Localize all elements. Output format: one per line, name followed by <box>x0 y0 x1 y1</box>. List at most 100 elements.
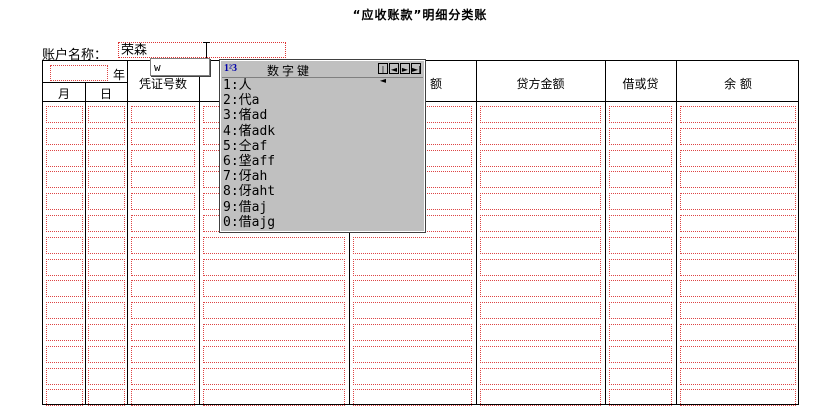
ledger-cell-input[interactable] <box>131 106 195 123</box>
ledger-cell-input[interactable] <box>131 345 195 363</box>
ledger-cell-input[interactable] <box>609 127 672 145</box>
ledger-cell-input[interactable] <box>480 171 601 189</box>
account-name-input[interactable]: 荣森 <box>118 42 286 58</box>
ledger-cell-input[interactable] <box>131 127 195 145</box>
ledger-cell-input[interactable] <box>609 302 672 320</box>
ledger-cell-input[interactable] <box>480 324 601 341</box>
ledger-cell-input[interactable] <box>203 280 345 298</box>
ledger-cell-input[interactable] <box>203 324 345 341</box>
ledger-cell-input[interactable] <box>203 236 345 254</box>
ledger-cell-input[interactable] <box>353 324 472 341</box>
ledger-cell-input[interactable] <box>46 149 83 167</box>
ledger-cell-input[interactable] <box>131 171 195 189</box>
ledger-cell-input[interactable] <box>480 215 601 232</box>
ledger-cell-input[interactable] <box>680 345 796 363</box>
ledger-cell-input[interactable] <box>480 193 601 211</box>
ledger-cell-input[interactable] <box>88 236 125 254</box>
ledger-cell-input[interactable] <box>680 193 796 211</box>
ledger-cell-input[interactable] <box>680 324 796 341</box>
ime-candidate[interactable]: 7:伢ah <box>223 169 422 184</box>
ledger-cell-input[interactable] <box>203 367 345 385</box>
ledger-cell-input[interactable] <box>88 367 125 385</box>
ledger-cell-input[interactable] <box>46 215 83 232</box>
ledger-cell-input[interactable] <box>480 389 601 406</box>
ledger-cell-input[interactable] <box>680 236 796 254</box>
ledger-cell-input[interactable] <box>609 236 672 254</box>
ime-candidate[interactable]: 1:人 <box>223 78 422 93</box>
ledger-cell-input[interactable] <box>88 389 125 406</box>
ledger-cell-input[interactable] <box>609 258 672 276</box>
ledger-cell-input[interactable] <box>680 302 796 320</box>
ledger-cell-input[interactable] <box>46 389 83 406</box>
ledger-cell-input[interactable] <box>680 367 796 385</box>
ledger-cell-input[interactable] <box>609 280 672 298</box>
ledger-cell-input[interactable] <box>88 193 125 211</box>
ledger-cell-input[interactable] <box>480 236 601 254</box>
ime-candidate[interactable]: 6:垡aff <box>223 154 422 169</box>
ledger-cell-input[interactable] <box>88 302 125 320</box>
ledger-cell-input[interactable] <box>131 215 195 232</box>
ledger-cell-input[interactable] <box>353 236 472 254</box>
ledger-cell-input[interactable] <box>46 127 83 145</box>
ledger-cell-input[interactable] <box>609 367 672 385</box>
ledger-cell-input[interactable] <box>46 236 83 254</box>
ledger-cell-input[interactable] <box>46 258 83 276</box>
ledger-cell-input[interactable] <box>609 193 672 211</box>
ledger-cell-input[interactable] <box>131 193 195 211</box>
ime-candidate[interactable]: 5:仝af <box>223 139 422 154</box>
ledger-cell-input[interactable] <box>480 367 601 385</box>
ledger-cell-input[interactable] <box>46 171 83 189</box>
ledger-cell-input[interactable] <box>680 280 796 298</box>
ledger-cell-input[interactable] <box>609 345 672 363</box>
ledger-cell-input[interactable] <box>609 389 672 406</box>
ledger-cell-input[interactable] <box>131 236 195 254</box>
ledger-cell-input[interactable] <box>609 149 672 167</box>
ledger-cell-input[interactable] <box>680 215 796 232</box>
ledger-cell-input[interactable] <box>480 127 601 145</box>
ledger-cell-input[interactable] <box>88 215 125 232</box>
ledger-cell-input[interactable] <box>480 302 601 320</box>
ledger-cell-input[interactable] <box>353 345 472 363</box>
ime-last-page-button[interactable]: ►| <box>411 63 421 74</box>
ledger-cell-input[interactable] <box>46 106 83 123</box>
ledger-cell-input[interactable] <box>480 149 601 167</box>
ime-candidate[interactable]: 0:借ajg <box>223 215 422 230</box>
ledger-cell-input[interactable] <box>203 302 345 320</box>
ledger-cell-input[interactable] <box>46 280 83 298</box>
ledger-cell-input[interactable] <box>88 345 125 363</box>
ledger-cell-input[interactable] <box>88 324 125 341</box>
ime-candidate[interactable]: 4:偖adk <box>223 124 422 139</box>
ledger-cell-input[interactable] <box>131 367 195 385</box>
ledger-cell-input[interactable] <box>131 280 195 298</box>
ledger-cell-input[interactable] <box>203 345 345 363</box>
ime-candidate[interactable]: 3:偖ad <box>223 108 422 123</box>
ledger-cell-input[interactable] <box>131 324 195 341</box>
ledger-cell-input[interactable] <box>46 324 83 341</box>
ledger-cell-input[interactable] <box>680 389 796 406</box>
ledger-cell-input[interactable] <box>480 280 601 298</box>
ledger-cell-input[interactable] <box>46 345 83 363</box>
ledger-cell-input[interactable] <box>353 389 472 406</box>
ledger-cell-input[interactable] <box>353 280 472 298</box>
ledger-cell-input[interactable] <box>88 106 125 123</box>
ledger-cell-input[interactable] <box>88 171 125 189</box>
ledger-cell-input[interactable] <box>88 280 125 298</box>
ledger-cell-input[interactable] <box>609 324 672 341</box>
ledger-cell-input[interactable] <box>609 106 672 123</box>
ledger-cell-input[interactable] <box>609 171 672 189</box>
ledger-cell-input[interactable] <box>203 258 345 276</box>
year-input[interactable] <box>50 65 108 81</box>
ime-candidate[interactable]: 8:伢aht <box>223 184 422 199</box>
ledger-cell-input[interactable] <box>46 193 83 211</box>
ime-prev-page-button[interactable]: ◄ <box>389 63 399 74</box>
ledger-cell-input[interactable] <box>680 258 796 276</box>
ledger-cell-input[interactable] <box>88 258 125 276</box>
ime-next-page-button[interactable]: ► <box>400 63 410 74</box>
ledger-cell-input[interactable] <box>480 106 601 123</box>
ledger-cell-input[interactable] <box>353 302 472 320</box>
ledger-cell-input[interactable] <box>88 127 125 145</box>
ime-candidate[interactable]: 2:代a <box>223 93 422 108</box>
ledger-cell-input[interactable] <box>131 149 195 167</box>
ledger-cell-input[interactable] <box>609 215 672 232</box>
ledger-cell-input[interactable] <box>353 367 472 385</box>
